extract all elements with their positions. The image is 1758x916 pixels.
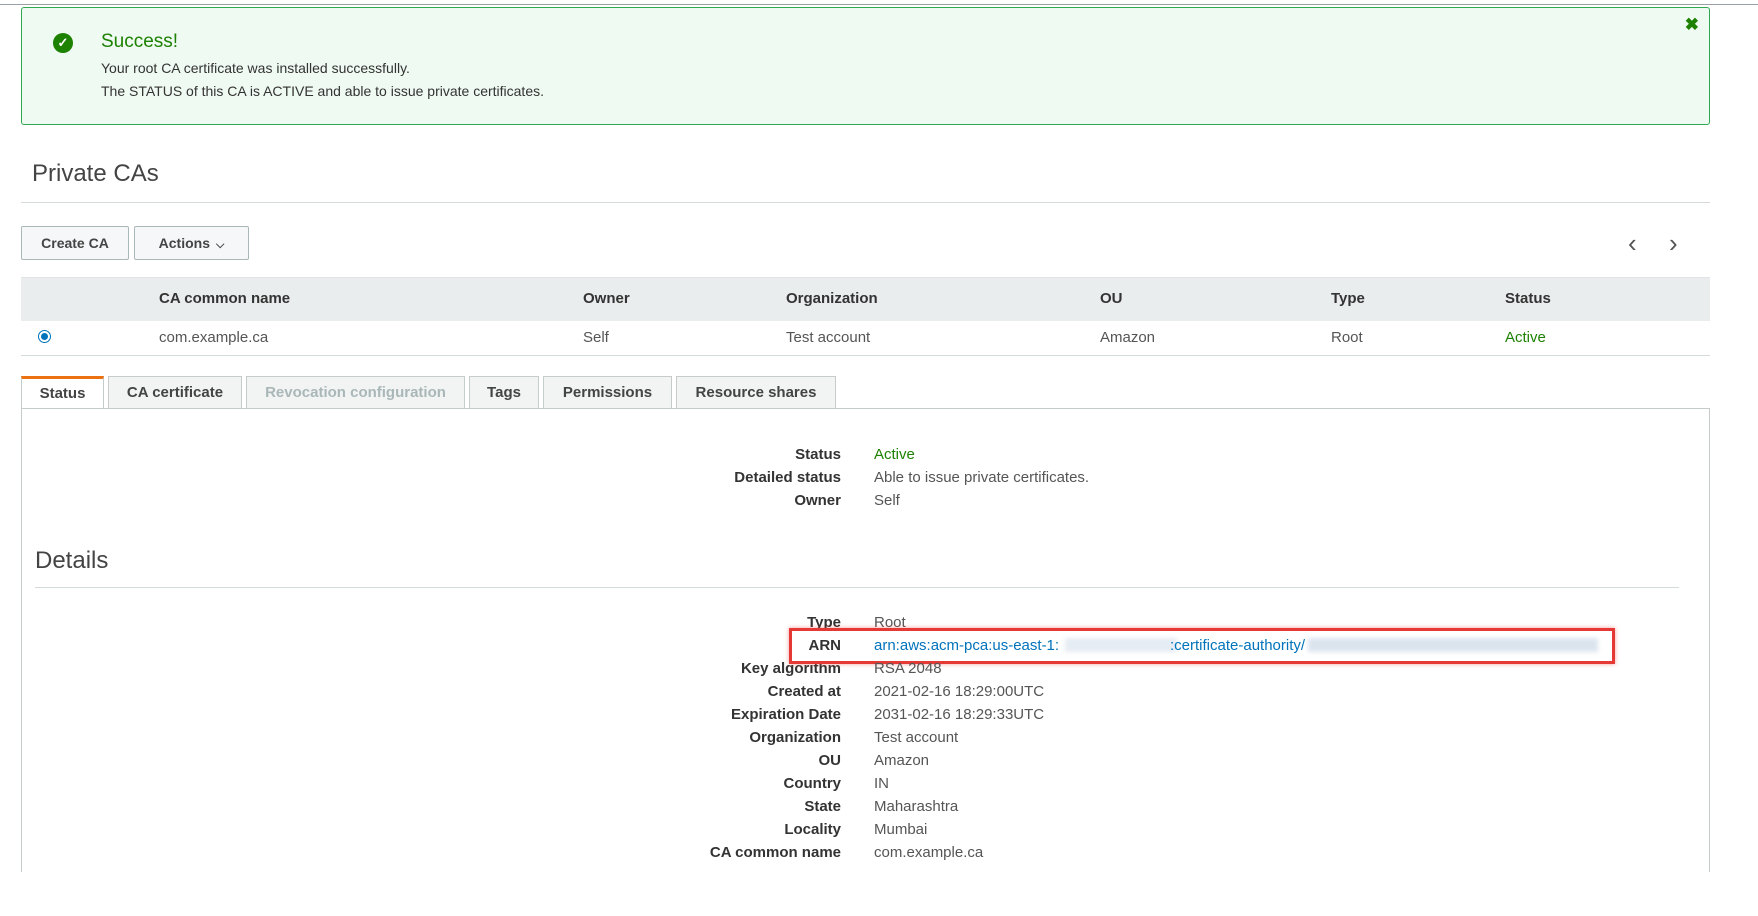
detailed-status-value: Able to issue private certificates.	[874, 469, 1090, 486]
label-column: Status Detailed status Owner Type ARN Ke…	[0, 0, 841, 916]
ou-label: OU	[818, 752, 842, 769]
expiration-date-value: 2031-02-16 18:29:33UTC	[874, 706, 1045, 723]
status-value: Active	[874, 446, 915, 463]
organization-label: Organization	[749, 729, 841, 746]
owner-label: Owner	[794, 492, 841, 509]
cell-type: Root	[1331, 329, 1363, 346]
details-heading: Details	[35, 547, 109, 574]
column-header-ou[interactable]: OU	[1100, 290, 1123, 307]
arn-highlight-box	[789, 628, 1615, 664]
close-icon[interactable]: ✖	[1685, 16, 1699, 34]
key-algorithm-value: RSA 2048	[874, 660, 942, 677]
details-divider	[35, 587, 1679, 588]
created-at-label: Created at	[767, 683, 841, 700]
state-label: State	[804, 798, 841, 815]
ca-common-name-value: com.example.ca	[874, 844, 984, 861]
cell-status: Active	[1505, 329, 1546, 346]
column-header-status[interactable]: Status	[1505, 290, 1551, 307]
chevron-left-icon[interactable]: ‹	[1628, 226, 1637, 260]
country-value: IN	[874, 775, 889, 792]
status-label: Status	[795, 446, 841, 463]
locality-label: Locality	[784, 821, 841, 838]
locality-value: Mumbai	[874, 821, 928, 838]
country-label: Country	[783, 775, 842, 792]
ou-value: Amazon	[874, 752, 930, 769]
owner-value: Self	[874, 492, 900, 509]
expiration-date-label: Expiration Date	[730, 706, 841, 723]
cell-ou: Amazon	[1100, 329, 1156, 346]
chevron-right-icon[interactable]: ›	[1669, 226, 1678, 260]
organization-value: Test account	[874, 729, 959, 746]
created-at-value: 2021-02-16 18:29:00UTC	[874, 683, 1045, 700]
state-value: Maharashtra	[874, 798, 959, 815]
column-header-type[interactable]: Type	[1331, 290, 1365, 307]
ca-common-name-label: CA common name	[709, 844, 841, 861]
detailed-status-label: Detailed status	[734, 469, 841, 486]
